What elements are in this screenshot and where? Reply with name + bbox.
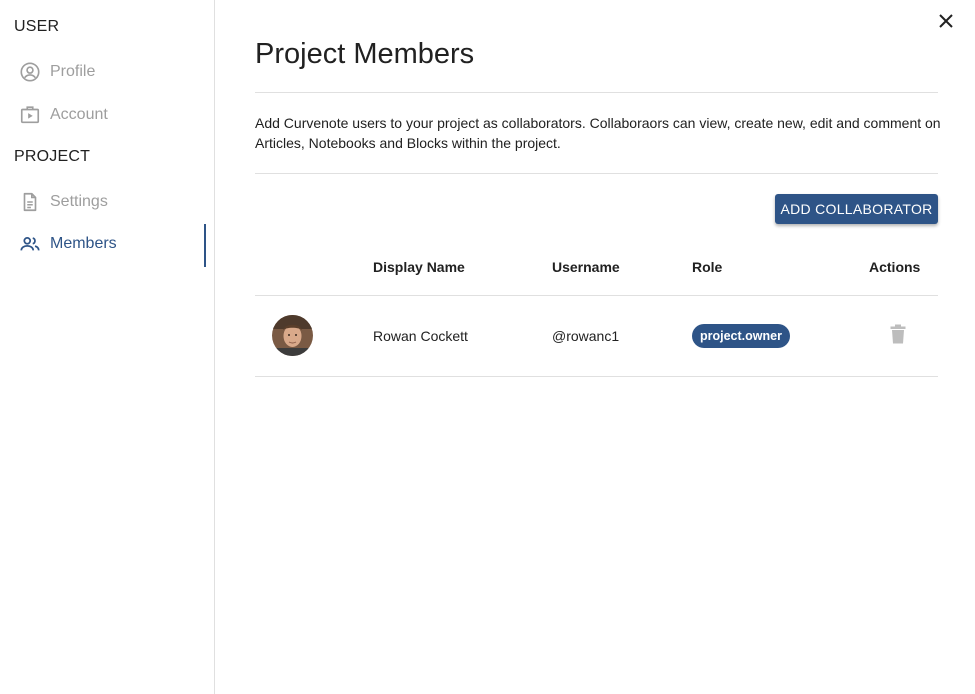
page-title: Project Members xyxy=(255,38,475,70)
sidebar-item-label: Settings xyxy=(50,193,108,210)
divider xyxy=(255,173,938,174)
avatar xyxy=(272,315,313,356)
account-box-icon xyxy=(19,104,41,126)
column-header-display-name: Display Name xyxy=(373,259,465,275)
account-circle-icon xyxy=(19,61,41,83)
sidebar-item-members[interactable]: Members xyxy=(0,224,215,267)
display-name-cell: Rowan Cockett xyxy=(373,328,468,344)
add-collaborator-button[interactable]: ADD COLLABORATOR xyxy=(775,194,938,224)
delete-member-button[interactable] xyxy=(887,324,909,349)
trash-icon xyxy=(890,324,906,349)
sidebar-item-label: Account xyxy=(50,106,108,123)
column-header-role: Role xyxy=(692,259,723,275)
column-header-actions: Actions xyxy=(869,259,921,275)
page-description: Add Curvenote users to your project as c… xyxy=(255,115,941,151)
divider xyxy=(255,92,938,93)
column-header-username: Username xyxy=(552,259,620,275)
table-header-divider xyxy=(255,295,938,296)
sidebar-item-account[interactable]: Account xyxy=(0,95,215,135)
username-cell: @rowanc1 xyxy=(552,328,620,344)
sidebar: USER Profile Account PROJECT Settings Me xyxy=(0,0,215,694)
people-icon xyxy=(19,233,41,255)
close-button[interactable] xyxy=(934,11,958,35)
user-section-header: USER xyxy=(14,18,60,35)
close-icon xyxy=(938,13,954,34)
table-row-divider xyxy=(255,376,938,377)
sidebar-item-settings[interactable]: Settings xyxy=(0,182,215,222)
document-icon xyxy=(19,191,41,213)
role-badge[interactable]: project.owner xyxy=(692,324,790,348)
sidebar-item-label: Profile xyxy=(50,63,96,80)
sidebar-item-label: Members xyxy=(50,235,117,252)
settings-dialog: USER Profile Account PROJECT Settings Me xyxy=(0,0,975,694)
sidebar-item-profile[interactable]: Profile xyxy=(0,52,215,92)
project-section-header: PROJECT xyxy=(14,148,91,165)
